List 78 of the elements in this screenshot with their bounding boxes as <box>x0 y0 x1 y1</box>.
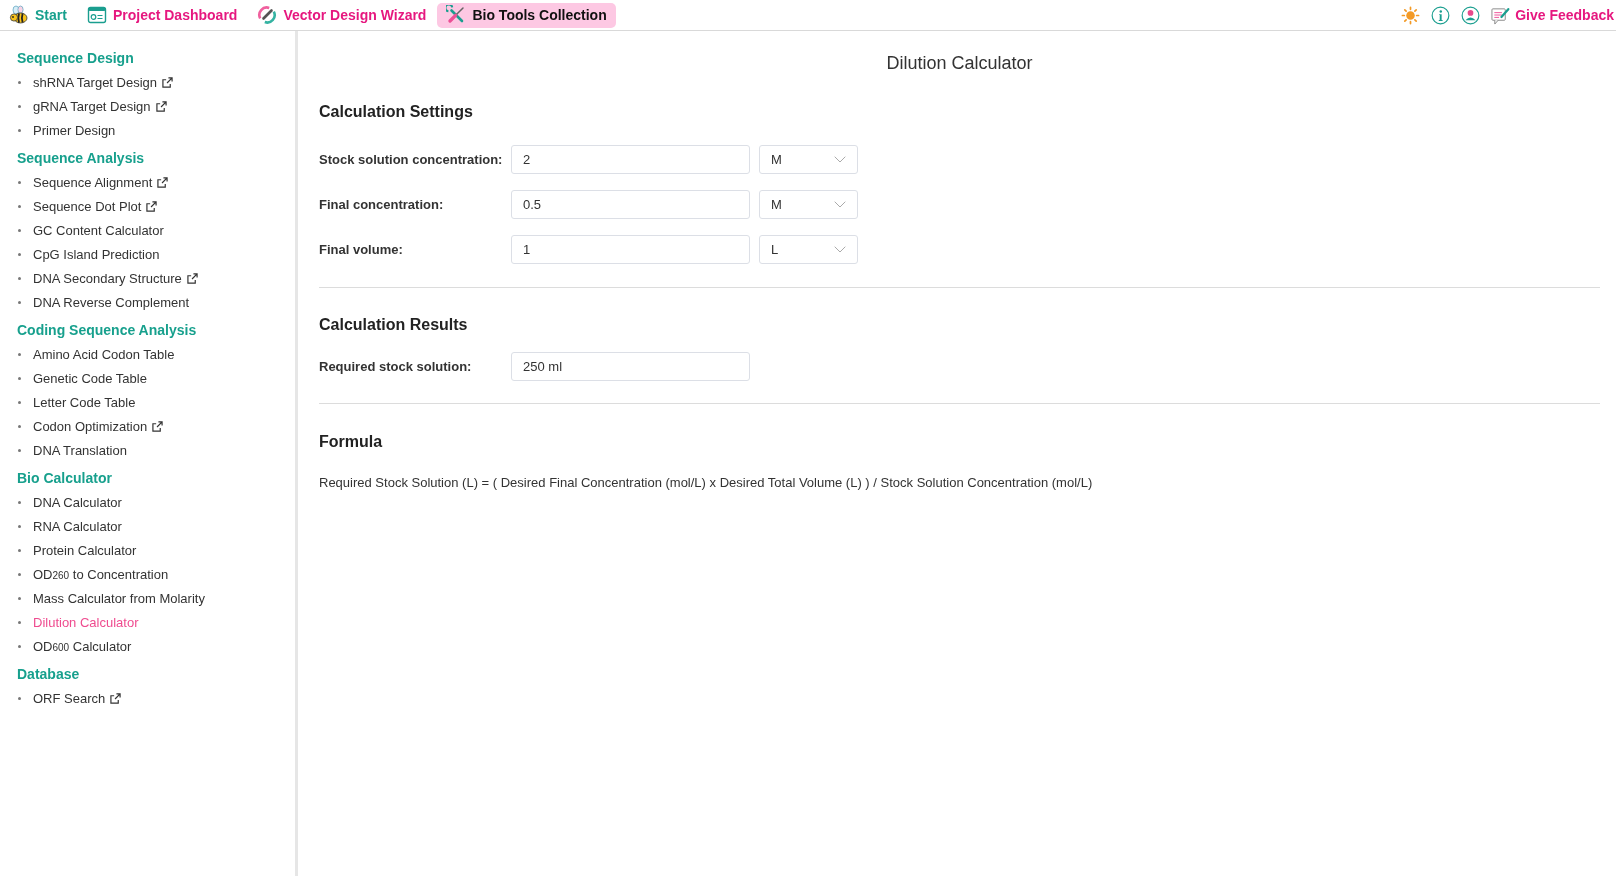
bullet-icon <box>18 104 21 108</box>
sidebar-link[interactable]: DNA Reverse Complement <box>33 294 190 310</box>
sidebar-link[interactable]: Codon Optimization <box>33 418 164 434</box>
bullet-icon <box>18 548 21 552</box>
sidebar-link[interactable]: CpG Island Prediction <box>33 246 160 262</box>
sidebar-link[interactable]: Dilution Calculator <box>33 614 139 630</box>
bullet-icon <box>18 620 21 624</box>
input-field[interactable]: 1 <box>511 235 750 264</box>
sidebar-link[interactable]: DNA Secondary Structure <box>33 270 198 286</box>
sidebar-link[interactable]: shRNA Target Design <box>33 74 174 90</box>
chevron-down-icon <box>834 201 846 208</box>
sidebar-link[interactable]: Primer Design <box>33 122 116 138</box>
bullet-icon <box>18 524 21 528</box>
bullet-icon <box>18 228 21 232</box>
sidebar-link[interactable]: GC Content Calculator <box>33 222 164 238</box>
bullet-icon <box>18 204 21 208</box>
input-field[interactable]: 250 ml <box>511 352 750 381</box>
field-label: Required stock solution: <box>319 359 473 374</box>
section-heading: Bio Calculator <box>17 469 112 488</box>
bullet-icon <box>18 644 21 648</box>
section-heading: Database <box>17 665 80 684</box>
bullet-icon <box>18 448 21 452</box>
bullet-icon <box>18 128 21 132</box>
unit-dropdown[interactable]: M <box>759 190 858 219</box>
sidebar-link[interactable]: RNA Calculator <box>33 518 122 534</box>
feedback-button[interactable]: Give Feedback <box>1491 5 1614 25</box>
input-field[interactable]: 0.5 <box>511 190 750 219</box>
sidebar-link[interactable]: Protein Calculator <box>33 542 137 558</box>
bullet-icon <box>18 400 21 404</box>
sidebar-link[interactable]: ORF Search <box>33 690 122 706</box>
sidebar-link[interactable]: Sequence Alignment <box>33 174 169 190</box>
chevron-down-icon <box>834 246 846 253</box>
browser-window-icon <box>86 5 107 25</box>
sidebar-link[interactable]: Sequence Dot Plot <box>33 198 158 214</box>
bullet-icon <box>18 696 21 700</box>
field-label: Stock solution concentration: <box>319 152 504 167</box>
sidebar-link[interactable]: DNA Calculator <box>33 494 122 510</box>
bullet-icon <box>18 80 21 84</box>
bullet-icon <box>18 276 21 280</box>
bullet-icon <box>18 500 21 504</box>
bullet-icon <box>18 572 21 576</box>
sidebar-link[interactable]: Amino Acid Codon Table <box>33 346 175 362</box>
circular-arrows-pen-icon <box>257 5 278 25</box>
section-heading: Calculation Results <box>319 315 469 335</box>
bee-icon <box>9 5 29 25</box>
sidebar-link[interactable]: gRNA Target Design <box>33 98 167 114</box>
info-icon[interactable] <box>1431 5 1451 25</box>
input-field[interactable]: 2 <box>511 145 750 174</box>
section-heading: Sequence Analysis <box>17 149 145 168</box>
note-pencil-icon <box>1491 5 1511 25</box>
sidebar-link[interactable]: Letter Code Table <box>33 394 136 410</box>
unit-dropdown[interactable]: M <box>759 145 858 174</box>
bullet-icon <box>18 596 21 600</box>
sidebar-link[interactable]: Mass Calculator from Molarity <box>33 590 205 606</box>
section-heading: Sequence Design <box>17 49 134 68</box>
page-title: Dilution Calculator <box>885 52 1034 75</box>
bullet-icon <box>18 180 21 184</box>
unit-dropdown[interactable]: L <box>759 235 858 264</box>
wrench-screwdriver-icon <box>446 5 467 25</box>
sun-icon[interactable] <box>1401 5 1421 25</box>
chevron-down-icon <box>834 156 846 163</box>
section-heading: Coding Sequence Analysis <box>17 321 197 340</box>
user-icon[interactable] <box>1461 5 1481 25</box>
section-heading: Calculation Settings <box>319 102 474 122</box>
bullet-icon <box>18 352 21 356</box>
nav-tab[interactable]: Bio Tools Collection <box>437 2 616 28</box>
bullet-icon <box>18 300 21 304</box>
bullet-icon <box>18 424 21 428</box>
section-heading: Formula <box>319 432 384 452</box>
field-label: Final concentration: <box>319 197 445 212</box>
sidebar-link[interactable]: Genetic Code Table <box>33 370 147 386</box>
field-label: Final volume: <box>319 242 404 257</box>
bullet-icon <box>18 376 21 380</box>
nav-tab[interactable]: Project Dashboard <box>77 2 247 28</box>
sidebar-link[interactable]: DNA Translation <box>33 442 127 458</box>
bullet-icon <box>18 252 21 256</box>
nav-tab[interactable]: Vector Design Wizard <box>248 2 436 28</box>
formula-text: Required Stock Solution (L) = ( Desired Final Concentration (mol/L) x Desired Total Volume (L) ) / Stock Solution Concentration (mol/L) <box>319 474 1094 492</box>
